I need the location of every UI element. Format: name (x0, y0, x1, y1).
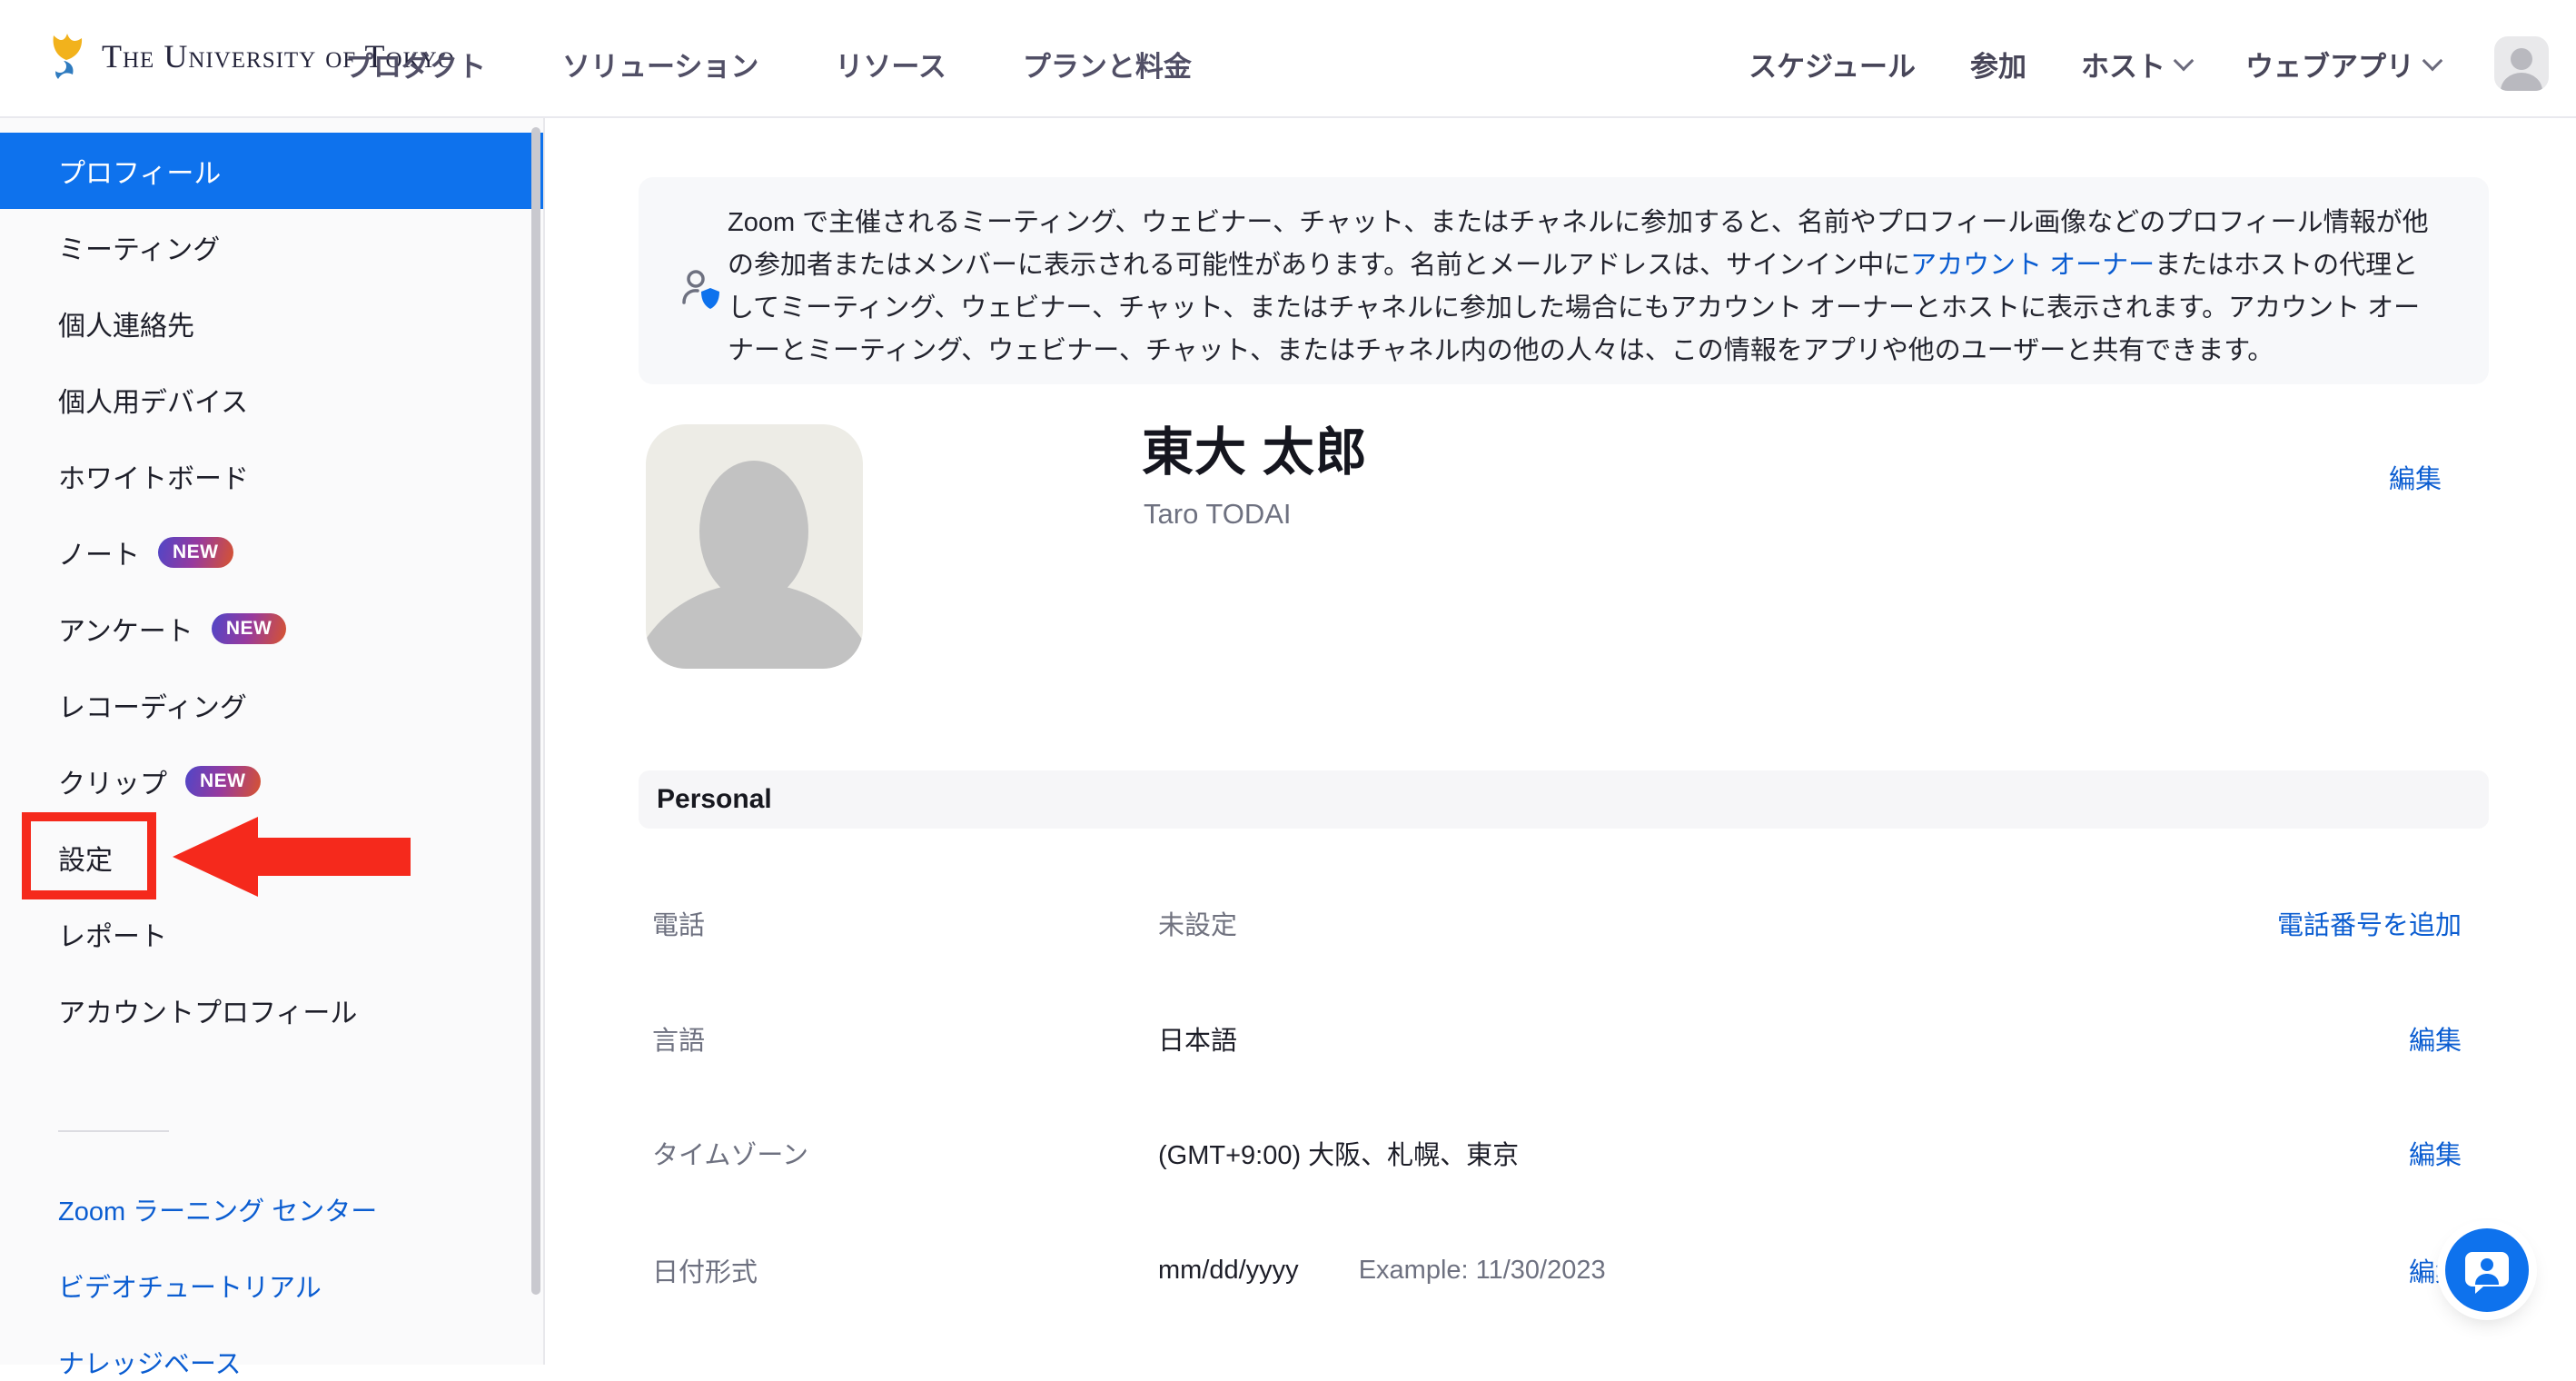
primary-nav: プロダクト ソリューション リソース プランと料金 (345, 9, 1192, 118)
sidebar-item-label: ノート (58, 532, 140, 572)
privacy-notice-text: Zoom で主催されるミーティング、ウェビナー、チャット、またはチャネルに参加す… (728, 202, 2435, 373)
nav-join[interactable]: 参加 (1970, 44, 2026, 84)
sidebar-scrollbar[interactable] (531, 127, 540, 1295)
timezone-edit-link[interactable]: 編集 (2409, 1134, 2462, 1172)
chevron-down-icon (2422, 50, 2443, 71)
row-value: mm/dd/yyyy (1158, 1256, 1299, 1286)
sidebar-item-clips[interactable]: クリップ NEW (0, 743, 543, 820)
sidebar-item-recordings[interactable]: レコーディング (0, 667, 543, 743)
user-avatar[interactable] (2494, 36, 2549, 91)
add-phone-number-link[interactable]: 電話番号を追加 (2277, 904, 2462, 942)
sidebar-item-reports[interactable]: レポート (0, 896, 543, 972)
nav-products[interactable]: プロダクト (345, 44, 486, 84)
sidebar-item-label: 設定 (58, 838, 113, 878)
user-silhouette-icon (646, 424, 863, 669)
sidebar: プロフィール ミーティング 個人連絡先 個人用デバイス ホワイトボード ノート … (0, 118, 545, 1365)
sidebar-item-notes[interactable]: ノート NEW (0, 514, 543, 591)
new-badge: NEW (212, 613, 287, 644)
privacy-notice: Zoom で主催されるミーティング、ウェビナー、チャット、またはチャネルに参加す… (639, 177, 2489, 384)
sidebar-item-label: アンケート (58, 609, 193, 649)
table-row-language: 言語 日本語 編集 (639, 1011, 2489, 1066)
sidebar-item-personal-contacts[interactable]: 個人連絡先 (0, 285, 543, 362)
ginkgo-leaf-icon (47, 33, 87, 80)
sidebar-menu: プロフィール ミーティング 個人連絡先 個人用デバイス ホワイトボード ノート … (0, 118, 543, 1048)
table-row-timezone: タイムゾーン (GMT+9:00) 大阪、札幌、東京 編集 (639, 1126, 2489, 1180)
sidebar-item-settings[interactable]: 設定 (0, 820, 543, 896)
top-header: The University of Tokyo プロダクト ソリューション リソ… (0, 0, 2576, 118)
sidebar-item-account-profile[interactable]: アカウントプロフィール (0, 972, 543, 1048)
link-video-tutorials[interactable]: ビデオチュートリアル (58, 1267, 377, 1305)
sidebar-item-whiteboard[interactable]: ホワイトボード (0, 438, 543, 514)
new-badge: NEW (185, 766, 261, 797)
personal-section-header: Personal (639, 770, 2489, 829)
link-zoom-learning-center[interactable]: Zoom ラーニング センター (58, 1190, 377, 1228)
sidebar-footer-links: Zoom ラーニング センター ビデオチュートリアル ナレッジベース (58, 1190, 377, 1381)
profile-picture[interactable] (646, 424, 863, 669)
profile-display-name: 東大 太郎 (1142, 411, 1368, 485)
table-row-phone: 電話 未設定 電話番号を追加 (639, 896, 2489, 950)
sidebar-item-label: レポート (58, 914, 167, 954)
date-format-example: Example: 11/30/2023 (1359, 1256, 1606, 1286)
row-value: (GMT+9:00) 大阪、札幌、東京 (1158, 1134, 1519, 1172)
row-label: タイムゾーン (652, 1134, 1158, 1172)
zoom-web-portal-profile-page: { "header": { "logo_text": "The Universi… (0, 0, 2576, 1365)
nav-webapp-label: ウェブアプリ (2245, 44, 2414, 84)
user-silhouette-icon (2494, 44, 2549, 91)
nav-host-menu[interactable]: ホスト (2081, 44, 2191, 84)
personal-section-title: Personal (657, 784, 772, 815)
sidebar-item-label: 個人連絡先 (58, 303, 194, 343)
sidebar-item-label: 個人用デバイス (58, 380, 248, 420)
sidebar-divider (58, 1130, 169, 1132)
account-owner-link[interactable]: アカウント オーナー (1910, 251, 2155, 280)
link-knowledge-base[interactable]: ナレッジベース (58, 1343, 377, 1381)
chevron-down-icon (2174, 50, 2195, 71)
sidebar-item-label: アカウントプロフィール (58, 990, 357, 1030)
row-label: 日付形式 (652, 1251, 1158, 1289)
nav-webapp-menu[interactable]: ウェブアプリ (2245, 44, 2440, 84)
row-value: 日本語 (1158, 1019, 1237, 1058)
sidebar-item-surveys[interactable]: アンケート NEW (0, 591, 543, 667)
language-edit-link[interactable]: 編集 (2409, 1019, 2462, 1058)
nav-resources[interactable]: リソース (835, 44, 946, 84)
profile-roman-name: Taro TODAI (1144, 498, 1292, 531)
nav-solutions[interactable]: ソリューション (562, 44, 758, 84)
new-badge: NEW (158, 537, 233, 568)
profile-edit-link[interactable]: 編集 (2389, 458, 2442, 496)
chat-person-icon (2463, 1247, 2511, 1294)
row-label: 電話 (652, 904, 1158, 942)
nav-plans-pricing[interactable]: プランと料金 (1023, 44, 1192, 84)
sidebar-item-label: ホワイトボード (58, 456, 249, 496)
nav-host-label: ホスト (2081, 44, 2165, 84)
sidebar-item-profile[interactable]: プロフィール (0, 133, 543, 209)
row-label: 言語 (652, 1019, 1158, 1058)
support-chat-button[interactable] (2445, 1228, 2529, 1312)
nav-schedule[interactable]: スケジュール (1749, 44, 1916, 84)
sidebar-item-label: クリップ (58, 761, 167, 801)
sidebar-item-personal-devices[interactable]: 個人用デバイス (0, 362, 543, 438)
sidebar-item-label: プロフィール (58, 151, 221, 191)
account-nav: スケジュール 参加 ホスト ウェブアプリ (1749, 9, 2549, 118)
sidebar-item-label: レコーディング (58, 685, 247, 725)
row-value: 未設定 (1158, 904, 1237, 942)
table-row-date-format: 日付形式 mm/dd/yyyy Example: 11/30/2023 編集 (639, 1243, 2489, 1297)
sidebar-item-meetings[interactable]: ミーティング (0, 209, 543, 285)
sidebar-item-label: ミーティング (58, 227, 220, 267)
person-shield-icon (680, 268, 722, 313)
